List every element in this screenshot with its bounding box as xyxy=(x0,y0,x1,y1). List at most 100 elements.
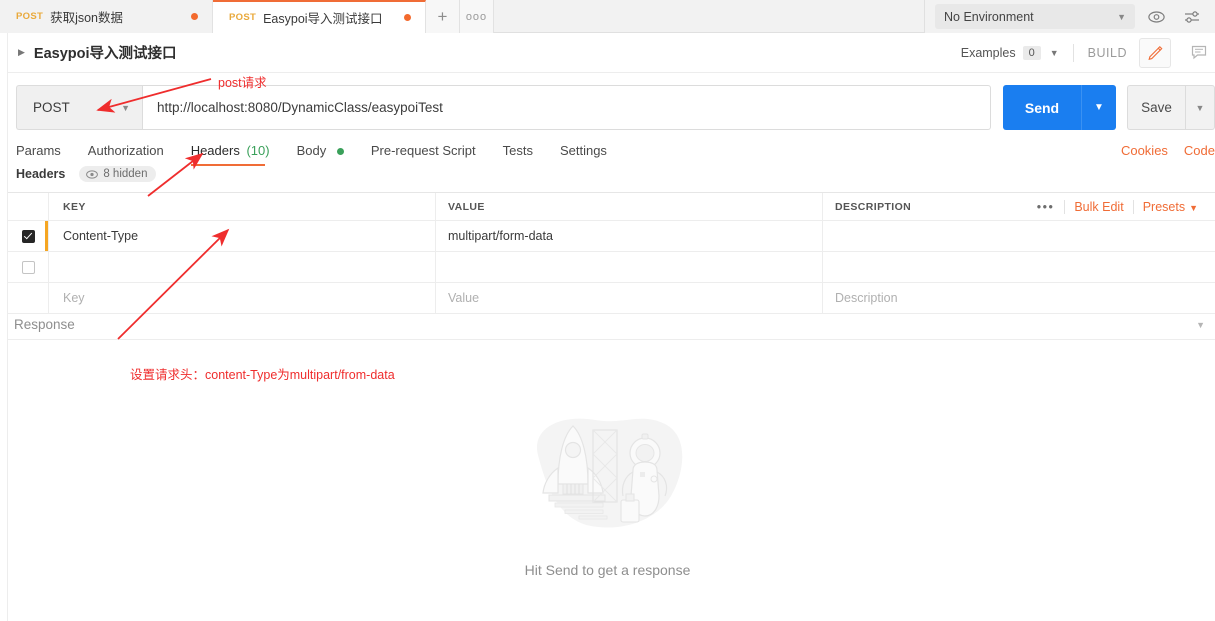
cookies-link[interactable]: Cookies xyxy=(1121,143,1168,158)
more-options-button[interactable]: ••• xyxy=(1027,200,1065,214)
hidden-headers-count: 8 hidden xyxy=(103,168,148,180)
tab-headers[interactable]: Headers (10) xyxy=(190,143,286,168)
table-actions: ••• Bulk Edit Presets ▼ xyxy=(1027,199,1215,214)
presets-button[interactable]: Presets ▼ xyxy=(1132,199,1207,214)
presets-label: Presets xyxy=(1142,199,1186,214)
tab-title: 获取json数据 xyxy=(50,11,124,25)
send-button-group: Send ▼ xyxy=(1003,85,1116,130)
build-label[interactable]: BUILD xyxy=(1088,46,1127,60)
new-header-description-cell[interactable]: Description xyxy=(823,283,1215,313)
new-tab-button[interactable]: + xyxy=(426,0,460,33)
tab-label: Headers xyxy=(190,143,240,158)
chevron-down-icon[interactable]: ▼ xyxy=(1196,320,1205,330)
request-tab-2[interactable]: POST Easypoi导入测试接口 xyxy=(213,0,426,33)
row-checkbox-cell xyxy=(8,221,49,251)
divider xyxy=(1072,43,1074,62)
header-value-cell[interactable]: multipart/form-data xyxy=(436,221,823,251)
tab-label: Settings xyxy=(559,143,607,158)
code-link[interactable]: Code xyxy=(1184,143,1215,158)
send-options-button[interactable]: ▼ xyxy=(1081,85,1116,130)
description-placeholder: Description xyxy=(835,291,898,305)
edit-request-button[interactable] xyxy=(1139,37,1171,68)
key-placeholder: Key xyxy=(63,291,85,305)
tab-method-label: POST xyxy=(16,11,44,22)
send-button[interactable]: Send xyxy=(1003,85,1081,130)
column-header-value: VALUE xyxy=(448,200,485,213)
tab-settings[interactable]: Settings xyxy=(560,143,623,168)
annotation-text-post: post请求 xyxy=(218,76,267,90)
row-accent-bar xyxy=(45,221,48,251)
pencil-icon xyxy=(1147,45,1162,60)
row-checkbox-cell xyxy=(8,252,49,282)
request-tab-1[interactable]: POST 获取json数据 xyxy=(0,0,213,33)
active-tab-underline xyxy=(190,164,265,166)
tab-authorization[interactable]: Authorization xyxy=(88,143,180,168)
header-value-cell[interactable] xyxy=(436,252,823,282)
tab-bar: POST 获取json数据 POST Easypoi导入测试接口 + ooo N… xyxy=(0,0,1215,33)
breadcrumb-row: ▶ Easypoi导入测试接口 Examples 0 ▼ BUILD xyxy=(0,33,1215,73)
table-row[interactable]: Content-Type multipart/form-data xyxy=(8,221,1215,252)
breadcrumb-actions: Examples 0 ▼ BUILD xyxy=(960,37,1215,68)
column-header-key: KEY xyxy=(63,200,86,213)
rocket-astronaut-illustration xyxy=(536,418,682,528)
chevron-down-icon: ▼ xyxy=(1117,11,1126,22)
request-url-input[interactable]: http://localhost:8080/DynamicClass/easyp… xyxy=(142,85,991,130)
tab-tests[interactable]: Tests xyxy=(503,143,549,168)
left-rail xyxy=(0,33,8,621)
hidden-headers-toggle[interactable]: 8 hidden xyxy=(79,166,157,182)
request-url-row: POST ▼ http://localhost:8080/DynamicClas… xyxy=(16,85,1215,130)
header-key-cell[interactable] xyxy=(49,252,436,282)
save-button[interactable]: Save xyxy=(1127,85,1185,130)
response-header-row: Response ▼ xyxy=(8,310,1215,340)
new-header-key-cell[interactable]: Key xyxy=(49,283,436,313)
headers-label: Headers xyxy=(16,167,66,181)
http-method-label: POST xyxy=(33,100,70,115)
environment-area: No Environment ▼ xyxy=(924,0,1215,33)
tab-label: Params xyxy=(16,143,61,158)
new-header-value-cell[interactable]: Value xyxy=(436,283,823,313)
column-header-description: DESCRIPTION xyxy=(835,200,912,213)
eye-icon xyxy=(86,169,99,179)
annotation-text-content-type: 设置请求头：content-Type为multipart/from-data xyxy=(130,368,395,382)
environment-selector[interactable]: No Environment ▼ xyxy=(935,4,1135,29)
bulk-edit-button[interactable]: Bulk Edit xyxy=(1064,199,1132,214)
tab-pre-request-script[interactable]: Pre-request Script xyxy=(371,143,492,168)
examples-dropdown[interactable]: Examples 0 ▼ xyxy=(960,45,1059,60)
chevron-down-icon: ▼ xyxy=(121,102,130,113)
chevron-down-icon: ▼ xyxy=(1049,47,1059,58)
tab-label: Body xyxy=(296,143,327,158)
header-description-cell[interactable] xyxy=(823,252,1215,282)
header-checkbox-cell xyxy=(8,193,49,220)
response-empty-message: Hit Send to get a response xyxy=(524,562,691,578)
tab-label: Pre-request Script xyxy=(370,143,476,158)
environment-settings-button[interactable] xyxy=(1177,3,1207,30)
header-description-cell[interactable] xyxy=(823,221,1215,251)
eye-icon xyxy=(1147,10,1165,23)
tab-label: Authorization xyxy=(87,143,164,158)
tab-options-button[interactable]: ooo xyxy=(460,0,494,33)
unsaved-dot-icon[interactable] xyxy=(404,14,411,21)
tab-body[interactable]: Body xyxy=(297,143,360,168)
environment-quick-look-button[interactable] xyxy=(1141,3,1171,30)
headers-subheader: Headers 8 hidden xyxy=(16,166,157,182)
environment-name: No Environment xyxy=(944,9,1034,24)
tab-title: Easypoi导入测试接口 xyxy=(263,12,383,26)
save-options-button[interactable]: ▼ xyxy=(1185,85,1215,130)
tab-label: Tests xyxy=(502,143,533,158)
body-present-dot-icon xyxy=(336,148,344,156)
http-method-selector[interactable]: POST ▼ xyxy=(16,85,142,130)
collapse-triangle-icon[interactable]: ▶ xyxy=(18,47,25,58)
tab-params[interactable]: Params xyxy=(16,143,77,168)
header-key-cell[interactable]: Content-Type xyxy=(49,221,436,251)
tab-method-label: POST xyxy=(229,12,257,23)
table-header-row: KEY VALUE DESCRIPTION ••• Bulk Edit Pres… xyxy=(8,193,1215,221)
row-enabled-checkbox[interactable] xyxy=(21,229,35,243)
row-enabled-checkbox[interactable] xyxy=(21,260,35,274)
tab-bar-filler xyxy=(494,0,924,32)
response-label: Response xyxy=(14,317,75,332)
comments-button[interactable] xyxy=(1183,38,1215,68)
examples-count-badge: 0 xyxy=(1022,45,1041,60)
unsaved-dot-icon[interactable] xyxy=(191,13,198,20)
table-row[interactable] xyxy=(8,252,1215,283)
examples-label: Examples xyxy=(960,45,1016,60)
